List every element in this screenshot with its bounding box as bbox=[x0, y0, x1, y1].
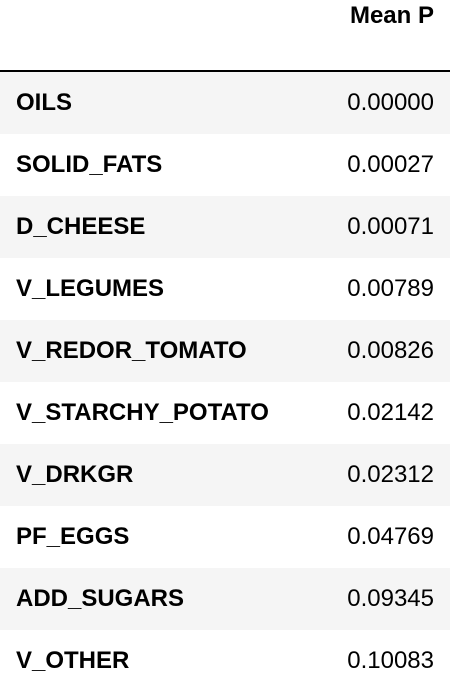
row-value: 0.00071 bbox=[347, 213, 434, 240]
table-row: ADD_SUGARS 0.09345 bbox=[0, 568, 450, 630]
row-label: ADD_SUGARS bbox=[16, 585, 185, 612]
table-header-row: Mean P bbox=[0, 0, 450, 72]
row-value: 0.00789 bbox=[347, 275, 434, 302]
table-row: OILS 0.00000 bbox=[0, 72, 450, 134]
row-label: V_DRKGR bbox=[16, 461, 134, 488]
row-label: SOLID_FATS bbox=[16, 151, 163, 178]
table-row: V_DRKGR 0.02312 bbox=[0, 444, 450, 506]
row-label: V_REDOR_TOMATO bbox=[16, 337, 247, 364]
row-label: V_OTHER bbox=[16, 647, 130, 674]
row-label: V_LEGUMES bbox=[16, 275, 165, 302]
table-row: V_LEGUMES 0.00789 bbox=[0, 258, 450, 320]
row-value: 0.00027 bbox=[347, 151, 434, 178]
table-row: D_CHEESE 0.00071 bbox=[0, 196, 450, 258]
row-value: 0.02312 bbox=[347, 461, 434, 488]
table-row: V_OTHER 0.10083 bbox=[0, 630, 450, 692]
table-row: PF_EGGS 0.04769 bbox=[0, 506, 450, 568]
row-label: PF_EGGS bbox=[16, 523, 130, 550]
table-row: V_REDOR_TOMATO 0.00826 bbox=[0, 320, 450, 382]
data-table: Mean P OILS 0.00000 SOLID_FATS 0.00027 D… bbox=[0, 0, 450, 692]
table-row: V_STARCHY_POTATO 0.02142 bbox=[0, 382, 450, 444]
row-value: 0.02142 bbox=[347, 399, 434, 426]
row-value: 0.00826 bbox=[347, 337, 434, 364]
table-row: SOLID_FATS 0.00027 bbox=[0, 134, 450, 196]
row-label: D_CHEESE bbox=[16, 213, 146, 240]
row-label: OILS bbox=[16, 89, 73, 116]
table-body: OILS 0.00000 SOLID_FATS 0.00027 D_CHEESE… bbox=[0, 72, 450, 692]
row-value: 0.04769 bbox=[347, 523, 434, 550]
row-value: 0.00000 bbox=[347, 89, 434, 116]
column-header-mean-p: Mean P bbox=[349, 2, 434, 29]
row-value: 0.10083 bbox=[347, 647, 434, 674]
row-value: 0.09345 bbox=[347, 585, 434, 612]
row-label: V_STARCHY_POTATO bbox=[16, 399, 269, 426]
